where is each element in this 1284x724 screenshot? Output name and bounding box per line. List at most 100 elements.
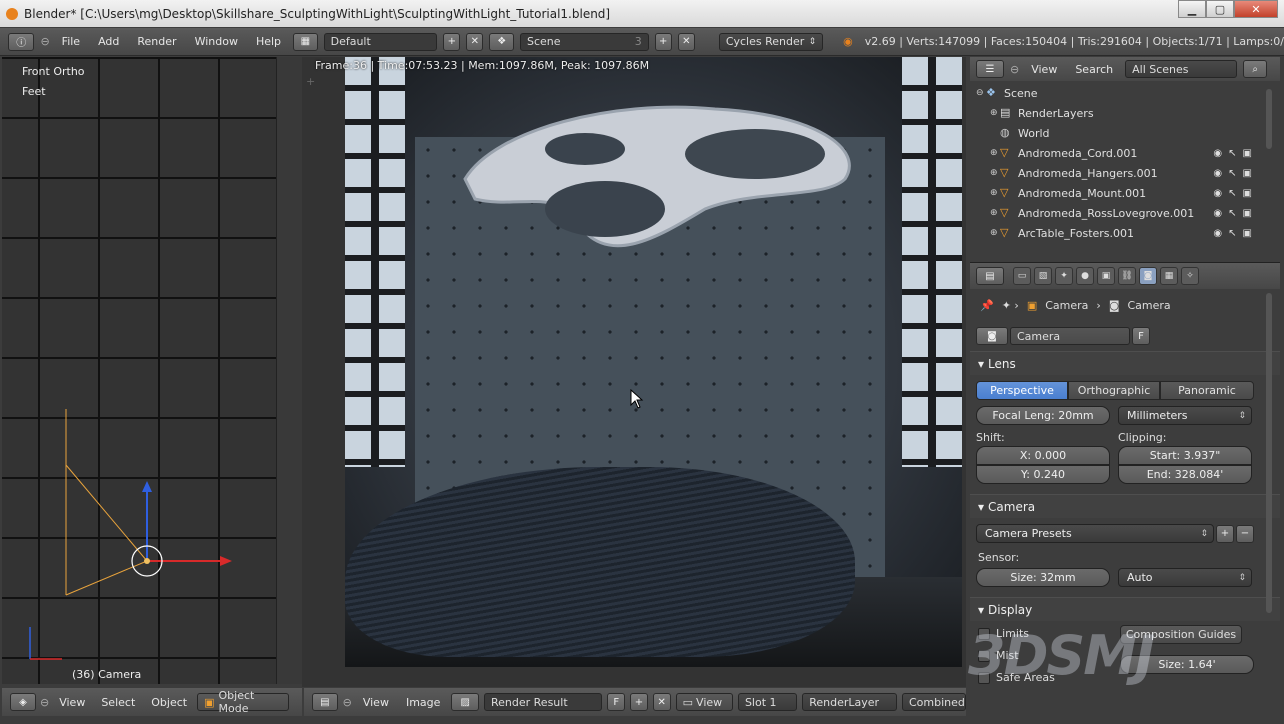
lens-panel-header[interactable]: ▾ Lens	[970, 351, 1280, 375]
fake-user-button[interactable]: F	[607, 693, 626, 711]
image-editor-type-icon[interactable]: ▤	[312, 693, 338, 711]
camera-datablock-browse-icon[interactable]: ◙	[976, 327, 1008, 345]
outliner-item[interactable]: ⊕ ▽ Andromeda_RossLovegrove.001 ◉ ↖ ▣	[970, 203, 1280, 223]
eye-icon[interactable]: ◉	[1213, 168, 1222, 179]
ie-menu-image[interactable]: Image	[400, 696, 446, 709]
menu-view[interactable]: View	[53, 696, 91, 709]
sensor-fit-select[interactable]: Auto	[1118, 568, 1252, 587]
slot-select[interactable]: Slot 1	[737, 693, 798, 711]
menu-add[interactable]: Add	[92, 35, 125, 48]
outliner-menu-view[interactable]: View	[1025, 63, 1063, 76]
camera-render-icon[interactable]: ▣	[1243, 148, 1252, 159]
particles-tab-icon[interactable]: ✧	[1181, 267, 1199, 285]
properties-scrollbar[interactable]	[1266, 293, 1272, 613]
outliner-scrollbar[interactable]	[1266, 89, 1272, 149]
collapse-icon[interactable]: ⊖	[40, 35, 49, 48]
expand-toggle-icon[interactable]: ⊕	[990, 148, 1000, 158]
perspective-button[interactable]: Perspective	[976, 381, 1068, 400]
screen-layout-field[interactable]: Default	[323, 32, 438, 51]
add-screen-icon[interactable]: +	[443, 32, 461, 51]
world-tab-icon[interactable]: ●	[1076, 267, 1094, 285]
cursor-icon[interactable]: ↖	[1228, 208, 1236, 219]
view-menu-select[interactable]: ▭ View	[675, 693, 733, 711]
screen-layout-icon[interactable]: ▦	[293, 32, 318, 51]
expand-toggle-icon[interactable]: ⊖	[976, 88, 986, 98]
constraints-tab-icon[interactable]: ⛓	[1118, 267, 1136, 285]
outliner-menu-search[interactable]: Search	[1069, 63, 1119, 76]
clip-start-field[interactable]: Start: 3.937"	[1118, 446, 1252, 465]
properties-editor-icon[interactable]: ▤	[976, 267, 1004, 285]
scene-icon[interactable]: ❖	[489, 32, 514, 51]
render-pass-select[interactable]: Combined	[901, 693, 966, 711]
cursor-icon[interactable]: ↖	[1228, 228, 1236, 239]
remove-screen-icon[interactable]: ✕	[466, 32, 484, 51]
scene-tab-icon[interactable]: ✦	[1055, 267, 1073, 285]
eye-icon[interactable]: ◉	[1213, 208, 1222, 219]
camera-panel-header[interactable]: ▾ Camera	[970, 494, 1280, 518]
orthographic-button[interactable]: Orthographic	[1068, 381, 1160, 400]
outliner-item[interactable]: ⊕ ▽ Andromeda_Hangers.001 ◉ ↖ ▣	[970, 163, 1280, 183]
add-preset-icon[interactable]: +	[1216, 524, 1234, 543]
shift-x-field[interactable]: X: 0.000	[976, 446, 1110, 465]
camera-render-icon[interactable]: ▣	[1243, 208, 1252, 219]
texture-tab-icon[interactable]: ▦	[1160, 267, 1178, 285]
cursor-icon[interactable]: ↖	[1228, 168, 1236, 179]
menu-file[interactable]: File	[56, 35, 86, 48]
collapse-outliner-icon[interactable]: ⊖	[1010, 63, 1019, 76]
scene-field[interactable]: Scene 3	[519, 32, 649, 51]
ie-menu-view[interactable]: View	[357, 696, 395, 709]
maximize-button[interactable]: ▢	[1206, 0, 1234, 18]
outliner-item[interactable]: ⊖ ❖ Scene	[970, 83, 1280, 103]
menu-select[interactable]: Select	[95, 696, 141, 709]
camera-object[interactable]	[2, 397, 276, 684]
mode-select[interactable]: ▣ Object Mode	[197, 689, 290, 715]
camera-datablock-fake-user[interactable]: F	[1132, 327, 1150, 345]
menu-render[interactable]: Render	[131, 35, 182, 48]
camera-render-icon[interactable]: ▣	[1243, 168, 1252, 179]
render-layer-select[interactable]: RenderLayer	[802, 693, 897, 711]
outliner-item[interactable]: ⊕ ▽ ArcTable_Fosters.001 ◉ ↖ ▣	[970, 223, 1280, 243]
eye-icon[interactable]: ◉	[1213, 188, 1222, 199]
3d-view-editor-icon[interactable]: ◈	[10, 693, 36, 711]
menu-window[interactable]: Window	[189, 35, 244, 48]
outliner-filter-select[interactable]: All Scenes	[1125, 60, 1238, 78]
render-tab-icon[interactable]: ▭	[1013, 267, 1031, 285]
outliner-search-icon[interactable]: ⌕	[1243, 60, 1268, 78]
unlink-image-icon[interactable]: ✕	[652, 693, 671, 711]
menu-help[interactable]: Help	[250, 35, 287, 48]
outliner-item[interactable]: ⊕ ▽ Andromeda_Mount.001 ◉ ↖ ▣	[970, 183, 1280, 203]
image-browse-icon[interactable]: ▨	[451, 693, 479, 711]
info-editor-type-icon[interactable]: ⓘ	[8, 32, 35, 51]
eye-icon[interactable]: ◉	[1213, 228, 1222, 239]
clip-end-field[interactable]: End: 328.084'	[1118, 465, 1252, 484]
display-panel-header[interactable]: ▾ Display	[970, 597, 1280, 621]
close-button[interactable]: ✕	[1234, 0, 1278, 18]
minimize-button[interactable]: ▁	[1178, 0, 1206, 18]
outliner-editor-icon[interactable]: ☰	[976, 60, 1004, 78]
area-divider[interactable]	[276, 57, 302, 684]
camera-datablock-field[interactable]: Camera	[1010, 327, 1130, 345]
collapse-menus-icon[interactable]: ⊖	[40, 696, 49, 709]
camera-data-tab-icon[interactable]: ◙	[1139, 267, 1157, 285]
camera-presets-select[interactable]: Camera Presets	[976, 524, 1214, 543]
eye-icon[interactable]: ◉	[1213, 148, 1222, 159]
cursor-icon[interactable]: ↖	[1228, 188, 1236, 199]
sensor-size-field[interactable]: Size: 32mm	[976, 568, 1110, 587]
camera-render-icon[interactable]: ▣	[1243, 188, 1252, 199]
new-image-icon[interactable]: +	[630, 693, 648, 711]
shift-y-field[interactable]: Y: 0.240	[976, 465, 1110, 484]
region-plus-icon[interactable]: +	[306, 75, 315, 88]
3d-viewport[interactable]: Front Ortho Feet (36) Camera	[2, 57, 276, 684]
render-engine-select[interactable]: Cycles Render ⇕	[718, 32, 824, 51]
collapse-ie-icon[interactable]: ⊖	[343, 696, 352, 709]
camera-render-icon[interactable]: ▣	[1243, 228, 1252, 239]
lens-unit-select[interactable]: Millimeters	[1118, 406, 1252, 425]
remove-scene-icon[interactable]: ✕	[677, 32, 695, 51]
panoramic-button[interactable]: Panoramic	[1160, 381, 1254, 400]
pin-icon[interactable]: 📌	[980, 299, 994, 312]
menu-object[interactable]: Object	[145, 696, 193, 709]
remove-preset-icon[interactable]: −	[1236, 524, 1254, 543]
cursor-icon[interactable]: ↖	[1228, 148, 1236, 159]
expand-toggle-icon[interactable]: ⊕	[990, 108, 1000, 118]
expand-toggle-icon[interactable]: ⊕	[990, 188, 1000, 198]
